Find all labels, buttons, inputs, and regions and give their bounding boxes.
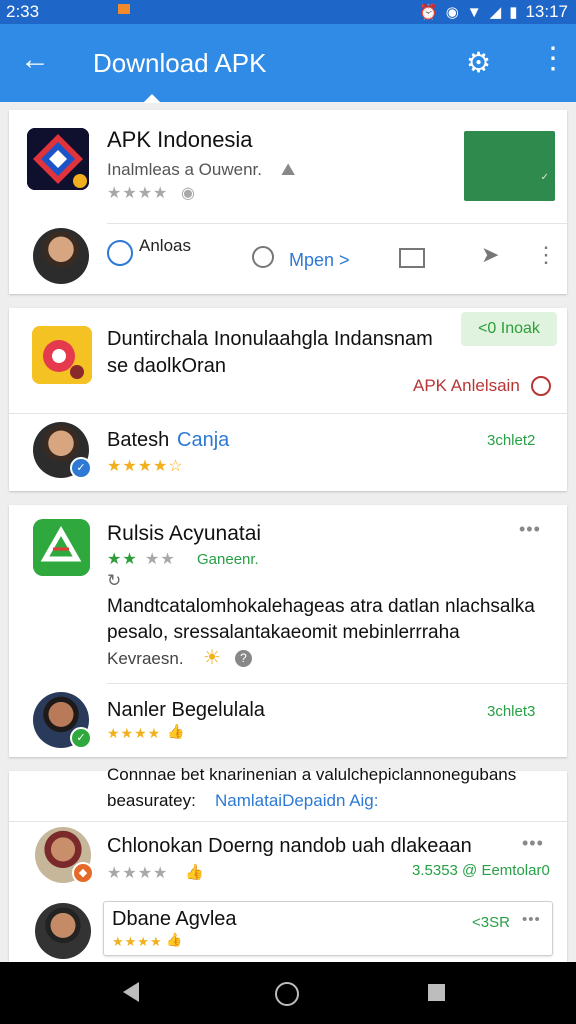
more-options-icon[interactable]: ⋮ bbox=[538, 44, 568, 74]
app2-stars-filled: ★★ bbox=[107, 551, 138, 568]
avatar[interactable] bbox=[33, 228, 89, 284]
nav-home-icon[interactable] bbox=[275, 982, 299, 1006]
app-name: APK Indonesia bbox=[107, 127, 253, 152]
review-status: 3chlet2 bbox=[487, 432, 536, 449]
promo-badge[interactable]: <0 Inoak bbox=[461, 312, 557, 346]
more-icon[interactable]: ••• bbox=[522, 833, 544, 854]
app-icon-apk-indonesia[interactable] bbox=[27, 128, 89, 190]
page-title: Download APK bbox=[93, 48, 267, 78]
back-arrow-icon[interactable]: ← bbox=[20, 44, 50, 76]
avatar[interactable]: ◆ bbox=[35, 827, 94, 884]
more-icon[interactable]: ••• bbox=[519, 519, 541, 540]
app2-publisher: Ganeenr. bbox=[197, 551, 259, 568]
reviewer-name: Batesh bbox=[107, 429, 170, 451]
comment-link[interactable]: NamlataiDepaidn Aig: bbox=[215, 791, 378, 811]
wifi-icon: ▼ bbox=[466, 3, 482, 21]
like-icon[interactable]: 👍 bbox=[185, 863, 204, 881]
reviewer-name: Chlonokan Doerng nandob uah dlakeaan bbox=[107, 835, 472, 857]
status-time: 2:33 bbox=[6, 2, 40, 21]
settings-icon[interactable]: ⚙ bbox=[466, 46, 491, 79]
app2-name: Rulsis Acyunatai bbox=[107, 522, 262, 545]
app-card-top[interactable]: APK Indonesia Inalmleas a Ouwenr. ⛰ ★★★★… bbox=[9, 110, 567, 294]
app-rating-stars: ★★★★ bbox=[107, 185, 169, 202]
promo-app-icon[interactable] bbox=[32, 326, 92, 384]
check-icon: ✓ bbox=[540, 172, 549, 183]
status-bar: 2:33 ⏰ ◉ ▼ ◢ ▮ 13:17 bbox=[0, 0, 576, 24]
app-icon-rulsis[interactable] bbox=[33, 519, 90, 576]
promo-link[interactable]: APK Anlelsain bbox=[413, 376, 520, 396]
reviewer-name: Nanler Begelulala bbox=[107, 699, 265, 721]
comment-prefix: beasuratey: bbox=[107, 791, 196, 810]
app2-footer: Kevraesn. bbox=[107, 649, 184, 668]
comment-icon[interactable] bbox=[252, 246, 274, 268]
reviewer-stars: ★★★★☆ bbox=[107, 458, 184, 475]
reviewer-stars: ★★★★ bbox=[112, 934, 163, 949]
sync-icon: ◉ bbox=[445, 4, 459, 21]
notification-icon bbox=[118, 4, 130, 14]
divider bbox=[107, 683, 567, 684]
app-subtitle: Inalmleas a Ouwenr. bbox=[107, 160, 262, 179]
clock-icon bbox=[107, 240, 133, 266]
comment-line1: Connnae bet knarinenian a valulchepiclan… bbox=[107, 765, 517, 784]
promo-line2: se daolkOran bbox=[107, 355, 226, 377]
app2-desc2: pesalo, sressalantakaeomit mebinlerrraha bbox=[107, 622, 460, 643]
system-nav-bar bbox=[0, 962, 576, 1024]
reviewer-stars: ★★★★ bbox=[107, 865, 169, 882]
like-icon[interactable]: 👍 bbox=[166, 932, 182, 948]
badge-icon: ◆ bbox=[72, 862, 94, 884]
help-icon[interactable]: ? bbox=[235, 650, 252, 667]
verified-icon: ✓ bbox=[70, 727, 92, 749]
avatar[interactable]: ✓ bbox=[33, 422, 92, 479]
sun-icon: ☀ bbox=[203, 647, 221, 669]
reply-box[interactable]: Dbane Agvlea ★★★★ 👍 <3SR ••• bbox=[103, 901, 553, 956]
tab-indicator bbox=[143, 94, 161, 103]
more-icon[interactable]: ••• bbox=[522, 911, 541, 928]
reviewer-stars: ★★★★ bbox=[107, 725, 162, 741]
divider bbox=[9, 821, 567, 822]
author-label: Anloas bbox=[139, 236, 191, 255]
review-status: <3SR bbox=[472, 914, 510, 931]
battery-icon: ▮ bbox=[509, 4, 518, 21]
power-icon[interactable] bbox=[531, 376, 551, 396]
like-icon[interactable]: 👍 bbox=[167, 723, 184, 740]
more-icon[interactable]: ⋮ bbox=[535, 242, 557, 268]
send-icon[interactable]: ➤ bbox=[481, 242, 499, 268]
app-card-2[interactable]: Rulsis Acyunatai ••• ★★ ★★ Ganeenr. ↻ Ma… bbox=[9, 505, 567, 757]
promo-line1: Duntirchala Inonulaahgla Indansnam bbox=[107, 328, 433, 350]
info-icon: ◉ bbox=[181, 185, 196, 202]
signal-icon: ◢ bbox=[489, 4, 502, 21]
folder-icon[interactable] bbox=[399, 248, 425, 268]
app2-desc1: Mandtcatalomhokalehageas atra datlan nla… bbox=[107, 596, 535, 617]
reviewer-tag[interactable]: Canja bbox=[177, 429, 229, 452]
avatar[interactable]: ✓ bbox=[33, 692, 92, 749]
share-icon: ⛰ bbox=[281, 160, 296, 179]
promo-card[interactable]: Duntirchala Inonulaahgla Indansnam se da… bbox=[9, 308, 567, 491]
review-status: 3.5353 @ Eemtolar0 bbox=[412, 862, 550, 879]
status-clock: 13:17 bbox=[525, 2, 568, 21]
avatar[interactable] bbox=[35, 903, 91, 959]
app-bar: ← Download APK ⚙ ⋮ bbox=[0, 24, 576, 103]
divider bbox=[107, 223, 567, 224]
reviewer-name: Dbane Agvlea bbox=[112, 908, 237, 930]
review-status: 3chlet3 bbox=[487, 703, 536, 720]
comments-card[interactable]: Connnae bet knarinenian a valulchepiclan… bbox=[9, 765, 567, 962]
divider bbox=[9, 413, 567, 414]
install-button[interactable]: ✓ bbox=[464, 131, 555, 201]
nav-back-icon[interactable] bbox=[123, 982, 139, 1002]
refresh-icon: ↻ bbox=[107, 571, 122, 590]
nav-recents-icon[interactable] bbox=[428, 984, 445, 1001]
app2-stars-empty: ★★ bbox=[145, 551, 176, 568]
verified-icon: ✓ bbox=[70, 457, 92, 479]
alarm-icon: ⏰ bbox=[419, 4, 438, 21]
open-link[interactable]: Mpen > bbox=[289, 250, 350, 271]
